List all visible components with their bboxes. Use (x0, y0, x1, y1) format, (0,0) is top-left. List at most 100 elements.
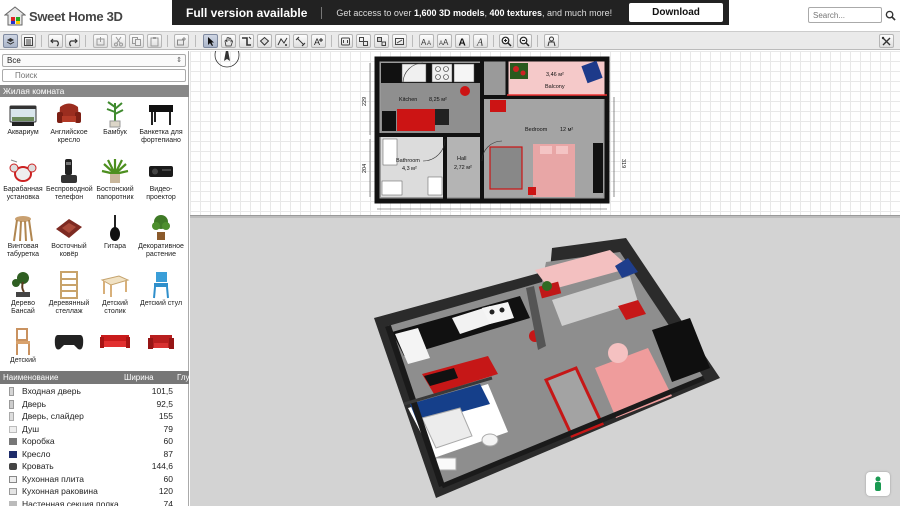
catalog-item[interactable]: Детский столик (92, 269, 138, 325)
zoom-in-button[interactable] (499, 34, 514, 48)
catalog-item[interactable]: Беспроводной телефон (46, 155, 93, 211)
view-mode-button[interactable] (3, 34, 18, 48)
mobile-view-button[interactable] (866, 472, 890, 496)
add-text-button[interactable]: A (311, 34, 326, 48)
kitchen-chair[interactable] (435, 109, 449, 125)
table-row[interactable]: Дверь, слайдер 155 (0, 410, 189, 423)
catalog-item[interactable]: Дерево Бансай (0, 269, 46, 325)
table-row[interactable]: Душ 79 (0, 423, 189, 436)
nightstand[interactable] (528, 187, 536, 195)
catalog-item-label: Бамбук (103, 129, 127, 136)
kitchen-cabinet[interactable] (382, 111, 396, 131)
fridge[interactable] (453, 63, 475, 83)
table-row[interactable]: Входная дверь 101,5 (0, 385, 189, 398)
italic-text-button[interactable]: A (473, 34, 488, 48)
apartment-3d-model[interactable] (190, 218, 900, 506)
catalog-item[interactable]: Детский стул (138, 269, 184, 325)
paste-button[interactable] (147, 34, 162, 48)
undo-button[interactable] (48, 34, 63, 48)
table-row[interactable]: Кухонная плита 60 (0, 473, 189, 486)
washbasin[interactable] (427, 176, 443, 196)
select-mode-button[interactable] (203, 34, 218, 48)
download-button[interactable]: Download (629, 3, 723, 22)
promo-banner[interactable]: Full version available Get access to ove… (172, 0, 729, 25)
catalog-item[interactable] (46, 326, 92, 370)
category-select-value: Все (7, 56, 21, 65)
import-button[interactable] (338, 34, 353, 48)
bedroom-desk[interactable] (490, 100, 506, 112)
catalog-item[interactable]: Банкетка для фортепиано (138, 98, 184, 154)
wall-tool-icon (242, 36, 252, 46)
catalog-item[interactable] (92, 326, 138, 370)
cooker[interactable] (431, 63, 453, 83)
balcony-planter[interactable] (510, 63, 528, 79)
category-select[interactable]: Все ⇕ (2, 54, 186, 67)
catalog-item-label: Восточный ковёр (51, 243, 87, 258)
catalog-search-input[interactable] (2, 69, 186, 82)
search-icon[interactable] (885, 10, 896, 21)
column-name-header[interactable]: Наименование (3, 371, 58, 384)
table-row[interactable]: Настенная секция полка 74 (0, 498, 189, 506)
increase-text-button[interactable]: AA (437, 34, 452, 48)
bold-text-button[interactable]: A (455, 34, 470, 48)
shower[interactable] (382, 138, 398, 166)
catalog-item[interactable]: Барабанная установка (0, 155, 46, 211)
catalog-item[interactable]: Видео-проектор (138, 155, 184, 211)
catalog-item[interactable]: Винтовая табуретка (0, 212, 46, 268)
catalog-item[interactable]: Деревянный стеллаж (46, 269, 92, 325)
catalog-item[interactable]: Декоративное растение (138, 212, 184, 268)
column-width-header[interactable]: Ширина (124, 371, 154, 384)
preferences-button[interactable] (21, 34, 36, 48)
catalog-item[interactable] (138, 326, 184, 370)
app-logo: Sweet Home 3D (4, 5, 123, 27)
fern-icon (101, 159, 129, 183)
table-row[interactable]: Кровать 144,6 (0, 460, 189, 473)
export-button[interactable] (392, 34, 407, 48)
bedroom-wardrobe[interactable] (489, 146, 523, 190)
compass-icon[interactable] (214, 51, 240, 68)
catalog-item[interactable]: Английское кресло (46, 98, 92, 154)
pan-mode-button[interactable] (221, 34, 236, 48)
3d-view-button[interactable] (544, 34, 559, 48)
redo-button[interactable] (65, 34, 80, 48)
search-input[interactable] (808, 7, 882, 23)
create-polylines-button[interactable] (275, 34, 290, 48)
create-rooms-button[interactable] (257, 34, 272, 48)
toilet[interactable] (381, 180, 403, 196)
bed-icon (9, 463, 17, 470)
settings-button[interactable] (879, 34, 894, 48)
catalog-item[interactable]: Бостонский папоротник (92, 155, 138, 211)
catalog-item[interactable]: Восточный ковёр (46, 212, 92, 268)
3d-view[interactable] (190, 218, 900, 506)
copy-button[interactable] (129, 34, 144, 48)
catalog-section-header[interactable]: Жилая комната (0, 85, 189, 97)
add-furniture-button[interactable] (174, 34, 189, 48)
kitchen-sofa[interactable] (397, 109, 435, 131)
group-button[interactable] (356, 34, 371, 48)
decrease-text-button[interactable]: AA (419, 34, 434, 48)
floor-plan[interactable]: Kitchen 8,25 м² 3,46 м² Balcony Bedroom … (190, 51, 900, 215)
table-row[interactable]: Кухонная раковина 120 (0, 485, 189, 498)
column-depth-header[interactable]: Глу (177, 371, 189, 384)
table-row[interactable]: Дверь 92,5 (0, 398, 189, 411)
zoom-out-button[interactable] (517, 34, 532, 48)
kitchen-stool[interactable] (460, 86, 470, 96)
bedroom-closet[interactable] (593, 143, 603, 193)
import-furniture-button[interactable] (93, 34, 108, 48)
catalog-item[interactable]: Гитара (92, 212, 138, 268)
create-dimensions-button[interactable] (293, 34, 308, 48)
bed[interactable] (533, 144, 575, 197)
create-walls-button[interactable] (239, 34, 254, 48)
catalog-item-label: Бостонский папоротник (96, 186, 134, 201)
row-name: Настенная секция полка (22, 498, 119, 506)
cut-button[interactable] (111, 34, 126, 48)
catalog-item[interactable]: Бамбук (92, 98, 138, 154)
plan-view[interactable]: Kitchen 8,25 м² 3,46 м² Balcony Bedroom … (190, 51, 900, 215)
catalog-item-label: Декоративное растение (138, 243, 184, 258)
catalog-item[interactable]: Аквариум (0, 98, 46, 154)
ungroup-button[interactable] (374, 34, 389, 48)
table-row[interactable]: Кресло 87 (0, 448, 189, 461)
zoom-in-icon (501, 36, 512, 47)
catalog-item[interactable]: Детский (0, 326, 46, 370)
table-row[interactable]: Коробка 60 (0, 435, 189, 448)
